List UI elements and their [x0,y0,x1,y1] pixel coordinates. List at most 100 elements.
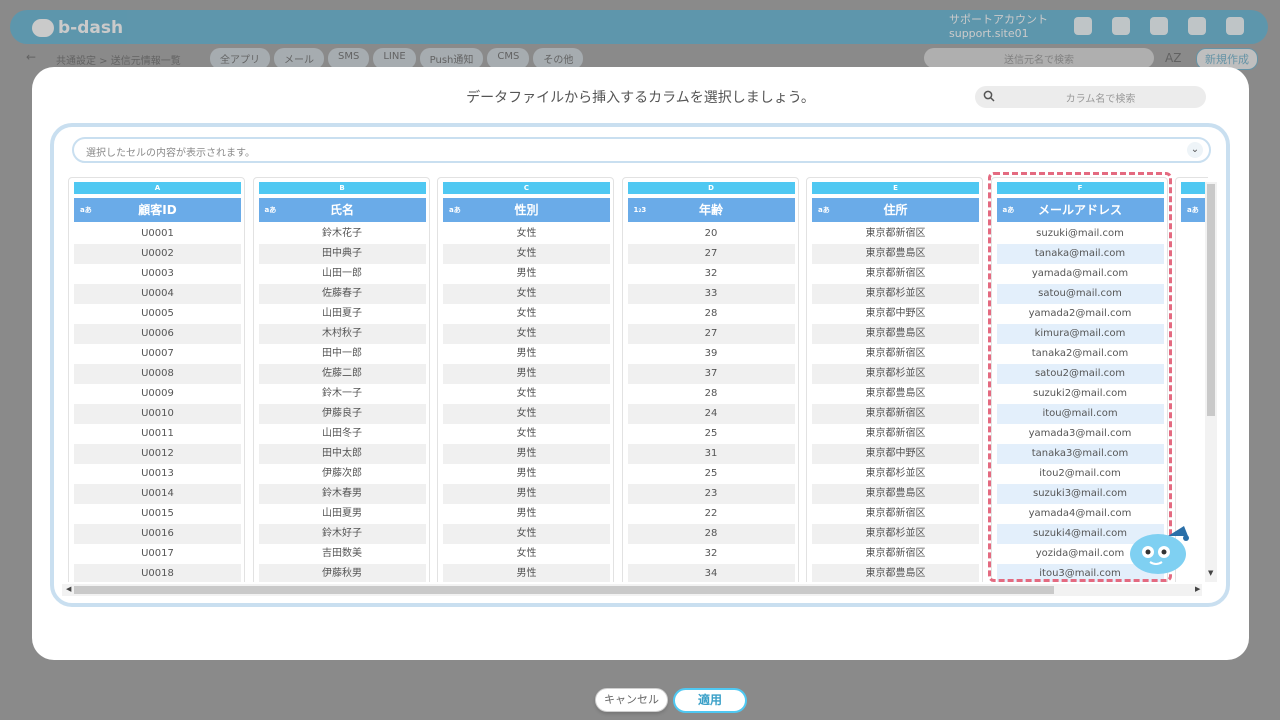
table-cell[interactable]: 木村秋子 [258,324,426,344]
back-arrow-icon[interactable]: ← [26,50,36,64]
table-cell[interactable]: 伊藤秋男 [258,564,426,582]
data-column[interactable]: Caあ 性別 女性 女性 男性 女性 女性 女性 男性 男性 女性 女性 女性 男性 男性 男性 男性 女性 女性男… [437,177,614,582]
table-cell[interactable]: 鈴木一子 [259,384,426,404]
table-cell[interactable]: 鈴木春男 [258,484,426,504]
table-cell[interactable]: 女性 [443,284,610,304]
table-cell[interactable]: U0009 [74,384,241,404]
table-cell[interactable]: 27 [627,244,795,264]
category-filter-6[interactable]: その他 [533,48,584,69]
table-cell[interactable]: 田中典子 [258,244,426,264]
table-cell[interactable]: 女性 [443,384,610,404]
table-cell[interactable]: satou@mail.com [996,284,1164,304]
table-cell[interactable]: 東京都豊島区 [812,384,979,404]
table-cell[interactable]: 24 [627,404,795,424]
table-cell[interactable]: U0018 [74,564,241,582]
table-cell[interactable]: 28 [627,524,795,544]
category-filter-0[interactable]: 全アプリ [210,48,270,69]
wrench-icon[interactable] [1112,17,1130,35]
table-cell[interactable]: 東京都豊島区 [812,324,979,344]
table-cell[interactable]: tanaka3@mail.com [996,444,1164,464]
table-cell[interactable]: 28 [628,384,795,404]
table-cell[interactable]: 東京都杉並区 [812,284,979,304]
table-cell[interactable]: yamada4@mail.com [997,504,1164,524]
table-cell[interactable]: 男性 [443,504,610,524]
table-cell[interactable]: 山田夏子 [259,304,426,324]
table-cell[interactable]: 32 [628,544,795,564]
column-header[interactable]: aあ メールアドレス [996,198,1164,222]
table-cell[interactable]: 女性 [443,324,610,344]
table-cell[interactable]: 東京都新宿区 [812,544,979,564]
help-icon[interactable] [1188,17,1206,35]
table-cell[interactable]: U0010 [74,404,241,424]
column-header[interactable]: aあ [1181,198,1208,222]
column-header[interactable]: aあ 顧客ID [74,198,241,222]
table-cell[interactable]: U0011 [74,424,241,444]
table-cell[interactable]: 20 [628,224,795,244]
table-cell[interactable]: tanaka@mail.com [996,244,1164,264]
table-cell[interactable]: U0016 [74,524,241,544]
logout-icon[interactable] [1226,17,1244,35]
table-cell[interactable]: yamada3@mail.com [997,424,1164,444]
table-cell[interactable]: 27 [627,324,795,344]
table-cell[interactable]: 佐藤春子 [258,284,426,304]
table-cell[interactable]: 東京都中野区 [812,304,979,324]
category-filter-3[interactable]: LINE [373,48,416,69]
vertical-scroll-thumb[interactable] [1207,184,1215,416]
sort-az-icon[interactable]: AZ [1165,51,1181,65]
data-column[interactable]: Eaあ 住所 東京都新宿区 東京都豊島区 東京都新宿区 東京都杉並区 東京都中野区 東京都豊島… [806,177,983,582]
table-cell[interactable]: U0013 [74,464,241,484]
table-cell[interactable]: 32 [628,264,795,284]
table-cell[interactable]: 東京都新宿区 [812,224,979,244]
scroll-right-arrow-icon[interactable]: ▶ [1195,585,1200,593]
table-cell[interactable]: 東京都杉並区 [812,464,979,484]
table-cell[interactable]: 男性 [443,264,610,284]
table-cell[interactable]: 女性 [443,524,610,544]
table-cell[interactable]: tanaka2@mail.com [997,344,1164,364]
table-cell[interactable]: suzuki@mail.com [997,224,1164,244]
table-cell[interactable]: 鈴木花子 [259,224,426,244]
table-cell[interactable]: 伊藤良子 [258,404,426,424]
table-cell[interactable]: suzuki2@mail.com [997,384,1164,404]
vertical-scrollbar[interactable] [1205,182,1217,582]
table-cell[interactable]: 東京都新宿区 [812,504,979,524]
table-cell[interactable]: 田中太郎 [258,444,426,464]
table-cell[interactable]: 男性 [443,564,610,582]
table-cell[interactable]: 男性 [443,484,610,504]
table-cell[interactable]: 22 [628,504,795,524]
apply-button[interactable]: 適用 [673,688,747,713]
chevron-down-icon[interactable]: ⌄ [1187,142,1203,158]
category-filter-2[interactable]: SMS [328,48,370,69]
table-cell[interactable]: 女性 [443,544,610,564]
table-cell[interactable]: 東京都豊島区 [812,244,979,264]
table-cell[interactable]: 34 [627,564,795,582]
table-cell[interactable]: U0006 [74,324,241,344]
table-cell[interactable]: 女性 [443,224,610,244]
table-cell[interactable]: U0012 [74,444,241,464]
table-cell[interactable]: yamada2@mail.com [997,304,1164,324]
table-cell[interactable]: 男性 [443,444,610,464]
table-cell[interactable]: 25 [628,424,795,444]
table-cell[interactable]: 山田一郎 [259,264,426,284]
table-cell[interactable]: 東京都新宿区 [812,344,979,364]
table-cell[interactable]: kimura@mail.com [996,324,1164,344]
table-cell[interactable]: itou@mail.com [996,404,1164,424]
table-cell[interactable]: U0008 [74,364,241,384]
table-cell[interactable]: 東京都杉並区 [812,364,979,384]
category-filter-1[interactable]: メール [274,48,324,69]
table-cell[interactable]: U0001 [74,224,241,244]
table-cell[interactable]: U0015 [74,504,241,524]
table-cell[interactable]: yamada@mail.com [997,264,1164,284]
table-cell[interactable]: 佐藤二郎 [258,364,426,384]
table-cell[interactable]: U0003 [74,264,241,284]
table-cell[interactable]: 山田夏男 [259,504,426,524]
cancel-button[interactable]: キャンセル [595,688,668,712]
horizontal-scroll-thumb[interactable] [74,586,1054,594]
table-cell[interactable]: 吉田数美 [259,544,426,564]
data-column[interactable]: Baあ 氏名 鈴木花子 田中典子 山田一郎 佐藤春子 山田夏子 木村秋子 田中一郎 佐藤二郎 鈴木一… [252,177,430,582]
table-cell[interactable]: U0002 [74,244,241,264]
table-cell[interactable]: suzuki3@mail.com [996,484,1164,504]
cell-content-preview[interactable]: 選択したセルの内容が表示されます。 ⌄ [72,137,1211,163]
table-cell[interactable]: 男性 [443,464,610,484]
source-search-input[interactable]: 送信元名で検索 [924,48,1154,68]
table-cell[interactable]: 田中一郎 [259,344,426,364]
